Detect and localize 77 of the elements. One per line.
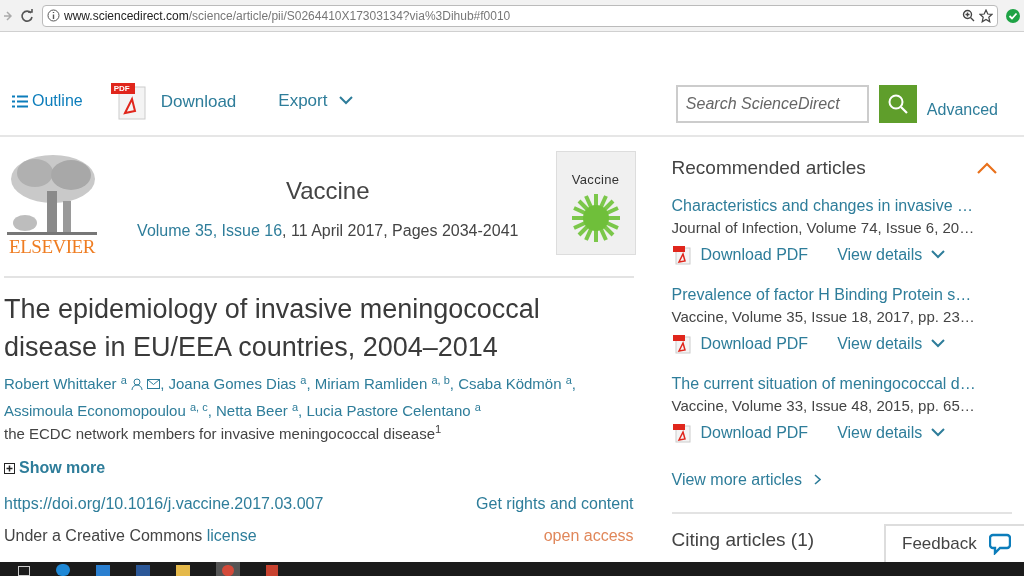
chevron-down-icon: [931, 250, 946, 259]
plus-box-icon: [4, 462, 15, 474]
zoom-icon[interactable]: [962, 9, 975, 22]
taskbar-icon[interactable]: [56, 564, 70, 576]
download-pdf-link[interactable]: Download PDF: [671, 420, 809, 445]
download-link[interactable]: PDF Download: [110, 83, 237, 121]
article-source: Journal of Infection, Volume 74, Issue 6, 20…: [671, 217, 976, 238]
comma: ,: [298, 402, 303, 419]
license-text: Under a Creative Commons license: [4, 526, 257, 546]
view-details-link[interactable]: View details: [837, 420, 946, 445]
url-text: www.sciencedirect.com/science/article/pii/S0264410X17303134?via%3Dihub#f0010: [64, 7, 511, 25]
article-link[interactable]: The current situation of meningococcal d…: [671, 372, 1024, 395]
chevron-right-icon: [813, 474, 821, 485]
outline-link[interactable]: Outline: [12, 89, 83, 113]
pdf-icon: [671, 422, 692, 443]
show-more-toggle[interactable]: Show more: [4, 456, 634, 480]
reload-icon[interactable]: [20, 8, 34, 23]
pdf-file-icon: [110, 83, 149, 121]
comma: ,: [449, 375, 454, 392]
forward-icon[interactable]: [4, 9, 12, 22]
pdf-icon: [671, 244, 692, 265]
view-details-link[interactable]: View details: [837, 242, 946, 267]
article-source: Vaccine, Volume 35, Issue 18, 2017, pp. 23…: [671, 306, 976, 327]
author-group: the ECDC network members for invasive meningococcal disease$^{1}$: [4, 424, 634, 444]
license-link[interactable]: license: [206, 527, 257, 544]
search-button[interactable]: [878, 85, 917, 123]
chat-bubble-icon: [988, 533, 1011, 555]
author-link[interactable]: Miriam Ramliden $^{a, b}$: [314, 375, 450, 392]
feedback-button[interactable]: Feedback: [884, 524, 1024, 564]
rights-link[interactable]: Get rights and content: [476, 492, 634, 516]
search-field[interactable]: Search ScienceDirect: [675, 85, 869, 123]
collapse-button[interactable]: [976, 161, 998, 176]
chevron-up-icon: [976, 162, 998, 175]
cover-title: Vaccine: [571, 171, 620, 189]
export-button[interactable]: Export: [278, 87, 354, 113]
download-pdf-link[interactable]: Download PDF: [671, 242, 809, 267]
envelope-icon[interactable]: [147, 379, 161, 389]
article-link[interactable]: Prevalence of factor H Binding Protein s…: [671, 283, 1024, 306]
publisher-logo[interactable]: ELSEVIER: [4, 153, 100, 257]
view-details-link[interactable]: View details: [837, 331, 946, 356]
download-pdf-link[interactable]: Download PDF: [671, 331, 809, 356]
article-title: The epidemiology of invasive meningococcal disease in EU/EEA countries, 2004–2014: [4, 293, 541, 364]
journal-cover[interactable]: Vaccine: [555, 151, 636, 255]
open-access-label: open access: [543, 526, 634, 546]
chevron-down-icon: [931, 339, 946, 348]
author-link[interactable]: Robert Whittaker $^{a}$: [4, 375, 127, 392]
advanced-link[interactable]: Advanced: [926, 98, 998, 122]
article-link[interactable]: Characteristics and changes in invasive …: [671, 194, 1024, 217]
citing-heading: Citing articles (1): [671, 528, 815, 550]
person-icon[interactable]: [131, 378, 143, 390]
address-bar[interactable]: www.sciencedirect.com/science/article/pii/S0264410X17303134?via%3Dihub#f0010: [42, 4, 998, 27]
article-source: Vaccine, Volume 33, Issue 48, 2015, pp. 65…: [671, 395, 976, 416]
author-link[interactable]: Netta Beer $^{a}$: [216, 402, 299, 419]
comma: ,: [571, 375, 576, 392]
publisher-name: ELSEVIER: [9, 237, 95, 257]
taskbar-icon[interactable]: [18, 566, 30, 576]
view-more-link[interactable]: View more articles: [671, 467, 1024, 492]
pdf-icon: [671, 333, 692, 354]
comma: ,: [160, 375, 165, 392]
pdf-label: PDF: [113, 83, 130, 94]
chevron-down-icon: [931, 428, 946, 437]
comma: ,: [207, 402, 212, 419]
search-icon: [887, 94, 908, 114]
check-icon[interactable]: [1006, 8, 1020, 23]
author-link[interactable]: Csaba Ködmön $^{a}$: [458, 375, 572, 392]
author-link[interactable]: Joana Gomes Dias $^{a}$: [168, 375, 307, 392]
doi-link[interactable]: https://doi.org/10.1016/j.vaccine.2017.03.007: [4, 492, 324, 516]
issue-details: , 11 April 2017, Pages 2034-2041: [282, 222, 519, 239]
journal-title[interactable]: Vaccine: [285, 173, 370, 209]
author-link[interactable]: Lucia Pastore Celentano $^{a}$: [306, 402, 481, 419]
list-icon: [12, 94, 28, 108]
comma: ,: [306, 375, 311, 392]
section-heading: Recommended articles: [671, 156, 866, 180]
author-link[interactable]: Assimoula Economopoulou $^{a, c}$: [4, 402, 208, 419]
star-icon[interactable]: [979, 8, 993, 23]
info-icon[interactable]: [47, 9, 60, 22]
chevron-down-icon: [339, 95, 354, 105]
